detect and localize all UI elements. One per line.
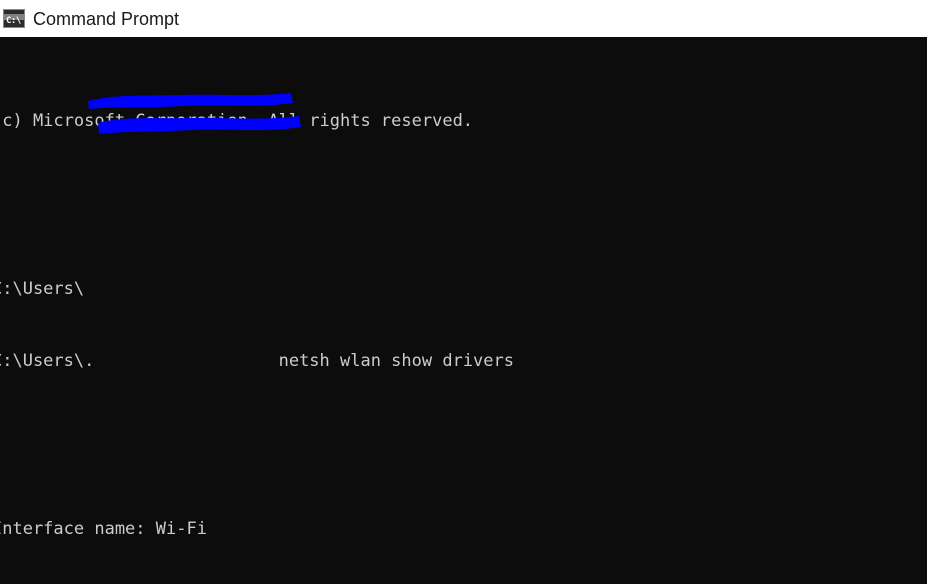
- prompt-spacer: [94, 351, 278, 371]
- prompt-path-1: C:\Users\: [0, 279, 85, 299]
- console-output-area[interactable]: (c) Microsoft Corporation. All rights re…: [0, 37, 927, 584]
- copyright-line: (c) Microsoft Corporation. All rights re…: [0, 111, 474, 131]
- prompt-path-2: C:\Users\.: [0, 351, 95, 371]
- prompt-line-1: C:\Users\: [0, 277, 821, 301]
- interface-name-line: Interface name: Wi-Fi: [0, 519, 207, 539]
- icon-label: C:\: [6, 16, 21, 26]
- window-title: Command Prompt: [33, 8, 180, 29]
- command-text: netsh wlan show drivers: [278, 351, 514, 371]
- console-text: (c) Microsoft Corporation. All rights re…: [0, 37, 821, 584]
- command-prompt-icon: C:\: [3, 9, 25, 28]
- window-titlebar: C:\ Command Prompt: [0, 0, 927, 37]
- prompt-line-2: C:\Users\. netsh wlan show drivers: [0, 349, 821, 373]
